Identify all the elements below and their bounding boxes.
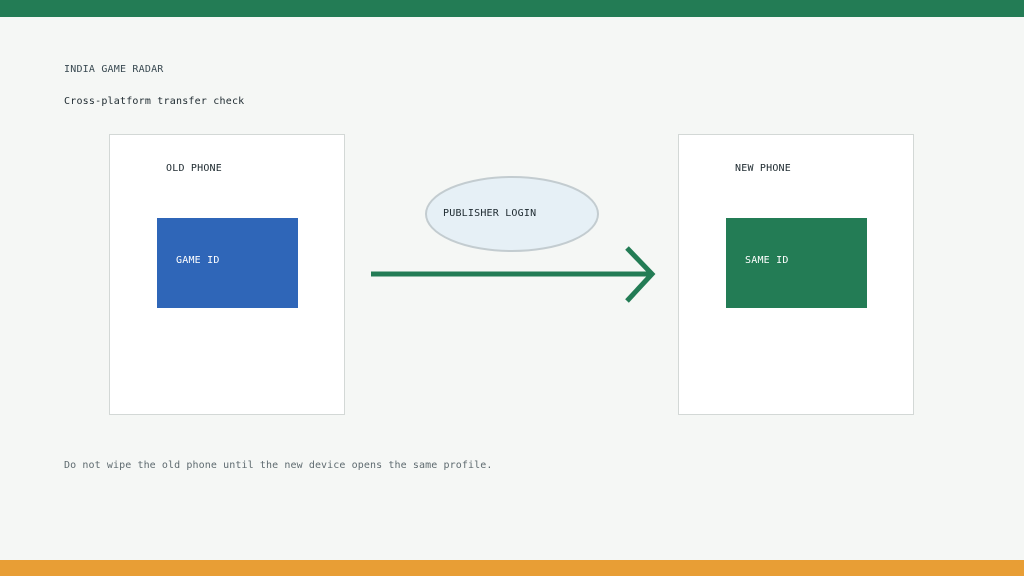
same-id-box: SAME ID — [726, 218, 867, 308]
footer-note: Do not wipe the old phone until the new … — [64, 460, 493, 471]
same-id-label: SAME ID — [745, 255, 789, 266]
old-phone-card: OLD PHONE GAME ID — [109, 134, 345, 415]
game-id-box: GAME ID — [157, 218, 298, 308]
top-accent-bar — [0, 0, 1024, 17]
old-phone-label: OLD PHONE — [166, 163, 222, 174]
new-phone-label: NEW PHONE — [735, 163, 791, 174]
game-id-label: GAME ID — [176, 255, 220, 266]
brand-title: INDIA GAME RADAR — [64, 64, 164, 75]
diagram-subtitle: Cross-platform transfer check — [64, 96, 245, 107]
arrow-head-icon — [625, 246, 656, 303]
bottom-accent-bar — [0, 560, 1024, 576]
new-phone-card: NEW PHONE SAME ID — [678, 134, 914, 415]
publisher-login-label: PUBLISHER LOGIN — [443, 208, 537, 219]
diagram-page: INDIA GAME RADAR Cross-platform transfer… — [0, 0, 1024, 576]
